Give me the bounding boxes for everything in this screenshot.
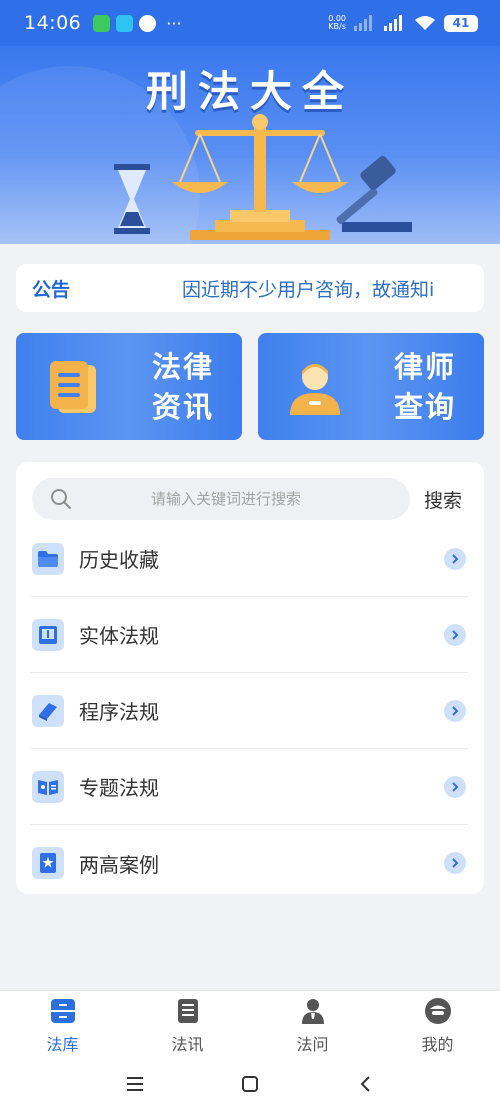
home-icon bbox=[242, 1075, 258, 1092]
status-time: 14:06 bbox=[24, 12, 82, 34]
status-left: 14:06 ··· bbox=[24, 12, 182, 34]
more-notifications-icon: ··· bbox=[166, 13, 182, 33]
notice-label: 公告 bbox=[32, 278, 71, 301]
tab-label: 法讯 bbox=[171, 1035, 204, 1054]
signal-icon bbox=[384, 15, 402, 31]
chevron-right-icon bbox=[444, 623, 466, 646]
browser-icon bbox=[116, 14, 134, 32]
news-icon bbox=[50, 361, 96, 413]
qq-icon bbox=[139, 14, 157, 32]
legal-news-label: 法律资讯 bbox=[151, 350, 214, 424]
notice-text[interactable]: 因近期不少用户咨询，故通知i bbox=[182, 275, 434, 302]
chevron-right-icon bbox=[444, 547, 466, 570]
bookmark-star-icon bbox=[32, 847, 64, 879]
list-item-label: 实体法规 bbox=[79, 624, 159, 648]
closed-book-icon bbox=[32, 694, 64, 727]
status-right: 0.00 KB/s 41 bbox=[328, 14, 478, 32]
list-item-label: 历史收藏 bbox=[79, 548, 159, 572]
tab-law-question[interactable]: 法问 bbox=[250, 991, 375, 1056]
list-item-label: 两高案例 bbox=[79, 852, 159, 877]
banner: 刑法大全 bbox=[0, 46, 500, 244]
back-button[interactable] bbox=[350, 1069, 380, 1099]
battery-indicator: 41 bbox=[444, 14, 478, 32]
list-item-supreme-cases[interactable]: 两高案例 bbox=[30, 825, 468, 901]
tab-label: 法问 bbox=[296, 1035, 329, 1054]
chevron-right-icon bbox=[444, 852, 466, 874]
back-icon bbox=[360, 1075, 370, 1092]
chevron-right-icon bbox=[444, 775, 466, 798]
tab-law-library[interactable]: 法库 bbox=[0, 991, 125, 1056]
menu-button[interactable] bbox=[120, 1069, 150, 1099]
open-book-icon bbox=[32, 770, 64, 803]
lawyer-search-card[interactable]: 律师查询 bbox=[258, 333, 484, 440]
home-button[interactable] bbox=[235, 1069, 265, 1099]
wechat-icon bbox=[93, 14, 111, 32]
law-question-icon bbox=[301, 999, 324, 1024]
search-row: 搜索 bbox=[32, 477, 472, 521]
list-item-thematic-law[interactable]: 专题法规 bbox=[30, 749, 468, 825]
search-icon bbox=[51, 489, 71, 509]
law-news-icon bbox=[177, 999, 198, 1023]
legal-news-card[interactable]: 法律资讯 bbox=[16, 333, 242, 440]
search-input[interactable] bbox=[72, 490, 410, 508]
lawyer-search-label: 律师查询 bbox=[393, 350, 456, 424]
status-bar: 14:06 ··· 0.00 KB/s 41 bbox=[0, 0, 500, 46]
list-item-history[interactable]: 历史收藏 bbox=[30, 521, 468, 597]
chevron-right-icon bbox=[444, 699, 466, 722]
tab-label: 法库 bbox=[46, 1035, 79, 1054]
search-button[interactable]: 搜索 bbox=[424, 486, 462, 513]
category-list: 历史收藏 实体法规 程序法规 专题法规 两高案例 bbox=[30, 521, 468, 901]
scales-of-justice-illustration bbox=[114, 114, 412, 240]
notice-bar[interactable]: 公告 因近期不少用户咨询，故通知i bbox=[16, 264, 484, 312]
menu-icon bbox=[127, 1076, 143, 1091]
law-library-icon bbox=[50, 999, 75, 1023]
book-icon bbox=[32, 618, 64, 651]
wifi-icon bbox=[415, 16, 435, 30]
profile-icon bbox=[424, 998, 451, 1024]
banner-title: 刑法大全 bbox=[145, 67, 354, 116]
search-box[interactable] bbox=[32, 478, 410, 520]
list-item-procedural-law[interactable]: 程序法规 bbox=[30, 673, 468, 749]
network-speed-unit: KB/s bbox=[328, 22, 346, 31]
tab-law-news[interactable]: 法讯 bbox=[125, 991, 250, 1056]
tab-profile[interactable]: 我的 bbox=[375, 991, 500, 1056]
list-item-label: 专题法规 bbox=[79, 776, 159, 800]
network-speed: 0.00 KB/s bbox=[328, 15, 346, 31]
list-item-substantive-law[interactable]: 实体法规 bbox=[30, 597, 468, 673]
law-category-card: 搜索 历史收藏 实体法规 程序法规 专题法 bbox=[16, 462, 484, 894]
tab-label: 我的 bbox=[421, 1035, 454, 1054]
list-item-label: 程序法规 bbox=[79, 700, 159, 724]
lawyer-icon bbox=[290, 364, 340, 415]
signal-weak-icon bbox=[354, 15, 372, 31]
folder-icon bbox=[32, 542, 64, 575]
system-nav-bar bbox=[0, 1056, 500, 1111]
bottom-nav: 法库 法讯 法问 我的 bbox=[0, 990, 500, 1056]
